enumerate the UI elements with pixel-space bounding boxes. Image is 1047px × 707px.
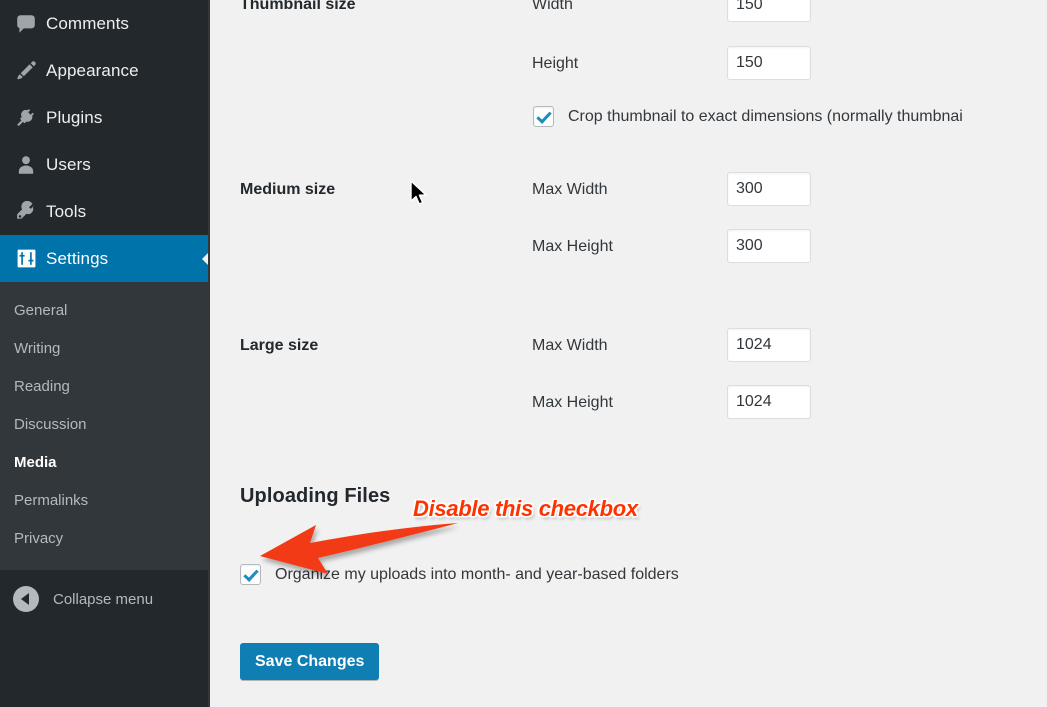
sidebar-item-users[interactable]: Users bbox=[0, 141, 210, 188]
sidebar-item-settings[interactable]: Settings bbox=[0, 235, 210, 282]
submenu-item-writing[interactable]: Writing bbox=[0, 330, 210, 368]
users-person-icon bbox=[10, 154, 42, 176]
sidebar-item-tools[interactable]: Tools bbox=[0, 188, 210, 235]
sidebar-item-label: Tools bbox=[46, 201, 87, 221]
thumbnail-height-label: Height bbox=[532, 55, 579, 72]
large-max-height-label: Max Height bbox=[532, 394, 613, 411]
sidebar-item-label: Appearance bbox=[46, 60, 139, 80]
admin-menu-top-list: Comments Appearance Plugins Users Tools … bbox=[0, 0, 210, 282]
settings-sliders-icon bbox=[10, 248, 42, 269]
sidebar-item-label: Comments bbox=[46, 13, 129, 33]
uploading-files-heading: Uploading Files bbox=[240, 485, 391, 507]
submenu-item-permalinks[interactable]: Permalinks bbox=[0, 482, 210, 520]
thumbnail-width-input[interactable] bbox=[727, 0, 811, 22]
collapse-menu-region: Collapse menu bbox=[0, 570, 210, 707]
thumbnail-size-label: Thumbnail size bbox=[240, 0, 356, 13]
appearance-brush-icon bbox=[10, 60, 42, 82]
organize-uploads-label: Organize my uploads into month- and year… bbox=[275, 565, 679, 583]
save-changes-button[interactable]: Save Changes bbox=[240, 643, 380, 680]
medium-size-label: Medium size bbox=[240, 181, 336, 198]
sidebar-item-label: Settings bbox=[46, 248, 109, 268]
medium-max-height-input[interactable] bbox=[727, 229, 811, 263]
submenu-item-discussion[interactable]: Discussion bbox=[0, 406, 210, 444]
comments-icon bbox=[10, 13, 42, 35]
submenu-item-media[interactable]: Media bbox=[0, 444, 210, 482]
large-max-width-input[interactable] bbox=[727, 328, 811, 362]
medium-max-width-label: Max Width bbox=[532, 181, 608, 198]
crop-thumbnail-checkbox[interactable] bbox=[533, 106, 554, 127]
plugins-plug-icon bbox=[10, 107, 42, 129]
sidebar-item-comments[interactable]: Comments bbox=[0, 0, 210, 47]
sidebar-item-plugins[interactable]: Plugins bbox=[0, 94, 210, 141]
organize-uploads-row[interactable]: Organize my uploads into month- and year… bbox=[240, 564, 679, 585]
sidebar-item-appearance[interactable]: Appearance bbox=[0, 47, 210, 94]
collapse-arrow-left-icon bbox=[13, 586, 39, 612]
large-max-height-input[interactable] bbox=[727, 385, 811, 419]
collapse-menu-label: Collapse menu bbox=[53, 590, 154, 608]
medium-max-height-label: Max Height bbox=[532, 238, 613, 255]
medium-max-width-input[interactable] bbox=[727, 172, 811, 206]
tools-wrench-icon bbox=[10, 200, 42, 223]
large-size-label: Large size bbox=[240, 337, 319, 354]
crop-thumbnail-row[interactable]: Crop thumbnail to exact dimensions (norm… bbox=[533, 106, 963, 127]
thumbnail-width-label: Width bbox=[532, 0, 573, 13]
submenu-item-reading[interactable]: Reading bbox=[0, 368, 210, 406]
large-max-width-label: Max Width bbox=[532, 337, 608, 354]
crop-thumbnail-label: Crop thumbnail to exact dimensions (norm… bbox=[568, 107, 963, 125]
organize-uploads-checkbox[interactable] bbox=[240, 564, 261, 585]
thumbnail-height-input[interactable] bbox=[727, 46, 811, 80]
submenu-item-privacy[interactable]: Privacy bbox=[0, 520, 210, 558]
admin-sidebar: Comments Appearance Plugins Users Tools … bbox=[0, 0, 210, 707]
sidebar-item-label: Users bbox=[46, 154, 91, 174]
settings-submenu: General Writing Reading Discussion Media… bbox=[0, 282, 210, 570]
media-settings-form: Thumbnail size Width Height Crop thumbna… bbox=[212, 0, 1047, 707]
sidebar-item-label: Plugins bbox=[46, 107, 103, 127]
submenu-item-general[interactable]: General bbox=[0, 292, 210, 330]
collapse-menu-button[interactable]: Collapse menu bbox=[0, 582, 210, 616]
